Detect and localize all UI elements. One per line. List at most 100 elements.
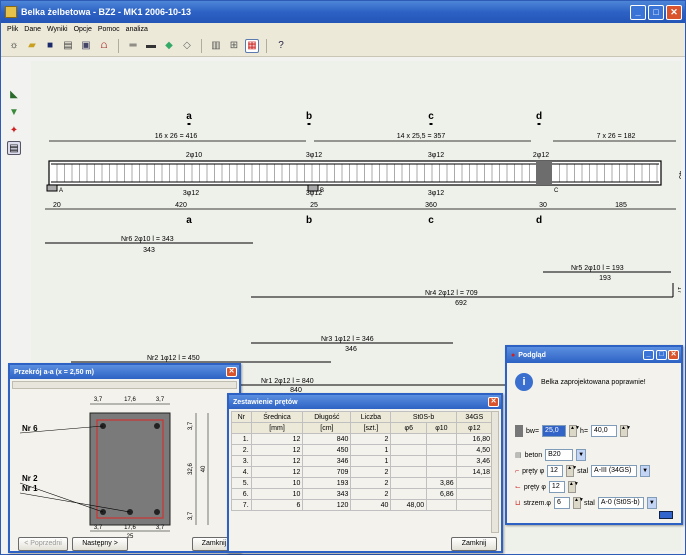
table-cell: 10 <box>250 477 304 489</box>
section-drawing: 3,7 17,6 3,7 Nr 6 Nr 2 Nr 1 3,7 32,6 3,7… <box>19 397 209 539</box>
span-dim: 185 <box>615 202 627 209</box>
steel-close-button[interactable]: Zamknij <box>451 537 497 551</box>
next-button[interactable]: Następny > <box>72 537 128 551</box>
pret1-input[interactable]: 12 <box>547 465 564 477</box>
steel-table-scrollbar[interactable] <box>491 411 499 533</box>
table-row[interactable]: 5. 10 193 2 3,86 <box>231 477 494 489</box>
stal1-dropdown-icon[interactable]: ▼ <box>640 465 651 477</box>
table-cell: 120 <box>302 499 352 511</box>
menu-plik[interactable]: Plik <box>7 26 18 33</box>
table-cell: 840 <box>302 433 352 445</box>
figure-icon[interactable]: ⩍ <box>97 39 111 53</box>
section-label: d <box>536 111 542 122</box>
table-cell: 14,18 <box>455 466 494 478</box>
stal1-select[interactable]: A-III (34GS) <box>591 465 638 477</box>
beton-select[interactable]: B20 <box>545 449 574 461</box>
menu-analiza[interactable]: analiza <box>126 26 148 33</box>
clipboard-icon[interactable]: ▥ <box>209 39 223 53</box>
steel-dialog-close-icon[interactable]: ✕ <box>488 397 499 407</box>
prev-button[interactable]: < Poprzedni <box>18 537 68 551</box>
preview-dialog-title: ● Podgląd _ □ ✕ <box>507 347 681 363</box>
bw-input[interactable]: 25,0 <box>542 425 567 437</box>
bar-label: Nr5 2φ10 l = 193 <box>571 265 624 272</box>
save-icon[interactable]: ■ <box>43 39 57 53</box>
menu-opcje[interactable]: Opcje <box>74 26 92 33</box>
table-cell: 12 <box>250 444 304 456</box>
preview-close-icon[interactable]: ✕ <box>668 350 679 360</box>
stal2-select[interactable]: A-0 (St0S-b) <box>597 497 644 509</box>
beam-height: 40 <box>677 171 681 179</box>
section-label: b <box>306 111 312 122</box>
print-icon[interactable]: ▤ <box>61 39 75 53</box>
section-label: c <box>428 111 434 122</box>
table-row[interactable]: 7. 6 120 40 48,00 <box>231 499 494 511</box>
h-input[interactable]: 40,0 <box>591 425 618 437</box>
table-cell: 6 <box>250 499 304 511</box>
node-label: B <box>320 188 324 194</box>
minimize-button[interactable]: _ <box>630 4 646 20</box>
strzem-input[interactable]: 6 <box>553 497 570 509</box>
table-row[interactable]: 1. 12 840 2 16,80 <box>231 433 494 445</box>
span-dim: 420 <box>175 202 187 209</box>
calc-icon[interactable] <box>659 511 673 519</box>
stirrup-label: 7 x 26 = 182 <box>597 133 636 140</box>
menu-wyniki[interactable]: Wyniki <box>47 26 68 33</box>
close-button[interactable]: ✕ <box>666 4 682 20</box>
paint-icon[interactable]: ◆ <box>162 39 176 53</box>
steel-dialog-title-text: Zestawienie prętów <box>233 398 298 406</box>
sun-icon[interactable]: ☼ <box>7 39 21 53</box>
main-window: Belka żelbetowa - BZ2 - MK1 2006-10-13 _… <box>0 0 686 555</box>
col-head: Długość <box>302 411 352 423</box>
beam-icon[interactable]: ═ <box>126 39 140 53</box>
beton-dropdown-icon[interactable]: ▼ <box>576 449 587 461</box>
table-row[interactable]: 4. 12 709 2 14,18 <box>231 466 494 478</box>
col-head: 34GS <box>455 411 494 423</box>
steel-dialog-title: Zestawienie prętów ✕ <box>229 395 501 409</box>
table-cell: 5. <box>231 477 252 489</box>
maximize-button[interactable]: □ <box>648 4 664 20</box>
menu-dane[interactable]: Dane <box>24 26 41 33</box>
stal2-dropdown-icon[interactable]: ▼ <box>646 497 657 509</box>
section-icon[interactable]: ▬ <box>144 39 158 53</box>
table-cell: 2 <box>350 477 392 489</box>
table-cell: 346 <box>302 455 352 467</box>
table-row[interactable]: 2. 12 450 1 4,50 <box>231 444 494 456</box>
folder-icon[interactable]: ▰ <box>25 39 39 53</box>
table-cell <box>390 466 428 478</box>
pret2-spinner[interactable]: ▲▼ <box>567 481 579 493</box>
bw-spinner[interactable]: ▲▼ <box>569 425 580 437</box>
stal-label: stal <box>577 467 589 475</box>
section-scrollbar[interactable] <box>12 381 237 389</box>
preview-minimize-button[interactable]: _ <box>643 350 654 360</box>
dim-text: 17,6 <box>124 525 136 531</box>
dim-text: 17,6 <box>124 397 136 403</box>
beton-label: beton <box>524 451 543 459</box>
node-label: A <box>59 188 63 194</box>
select-icon[interactable]: ◣ <box>7 87 21 101</box>
bottom-bar-label: 3φ12 <box>183 190 199 197</box>
dim-text: 3,7 <box>188 421 194 430</box>
strzem-spinner[interactable]: ▲▼ <box>572 497 584 509</box>
grid-icon[interactable]: ⊞ <box>227 39 241 53</box>
pret1-spinner[interactable]: ▲▼ <box>566 465 577 477</box>
export-icon[interactable]: ▣ <box>79 39 93 53</box>
menu-pomoc[interactable]: Pomoc <box>98 26 120 33</box>
section-label: a <box>186 215 192 226</box>
table-cell <box>426 466 457 478</box>
table-cell: 2 <box>350 488 392 500</box>
calc-icon[interactable]: ▦ <box>245 38 259 53</box>
dialog-icon[interactable]: ▤ <box>7 141 21 155</box>
eraser-icon[interactable]: ◇ <box>180 39 194 53</box>
table-row[interactable]: 6. 10 343 2 6,86 <box>231 488 494 500</box>
steel-table: Nr Średnica Długość Liczba St0S-b 34GS [… <box>231 411 494 511</box>
bar-tag: Nr 6 <box>22 424 38 433</box>
h-spinner[interactable]: ▲▼ <box>620 425 631 437</box>
bar-label: Nr6 2φ10 l = 343 <box>121 236 174 243</box>
table-row[interactable]: 3. 12 346 1 3,46 <box>231 455 494 467</box>
preview-maximize-button[interactable]: □ <box>656 350 667 360</box>
arrows-icon[interactable]: ▼ <box>7 105 21 119</box>
help-icon[interactable]: ? <box>274 39 288 53</box>
section-dialog-close-icon[interactable]: ✕ <box>226 367 237 377</box>
down-icon[interactable]: ✦ <box>7 123 21 137</box>
pret2-input[interactable]: 12 <box>548 481 565 493</box>
